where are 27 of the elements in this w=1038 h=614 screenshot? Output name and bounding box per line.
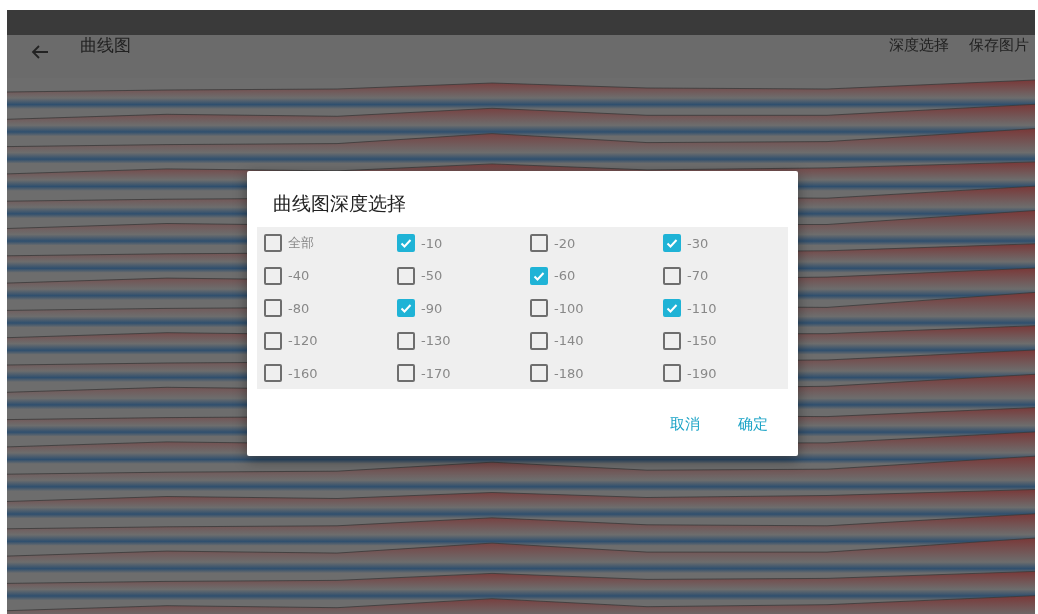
back-arrow-icon[interactable] xyxy=(31,44,49,60)
depth-checkbox[interactable]: -80 xyxy=(264,299,310,318)
depth-checkbox[interactable]: -120 xyxy=(264,331,318,350)
depth-checkbox[interactable]: -160 xyxy=(264,364,318,383)
depth-checkbox[interactable]: -40 xyxy=(264,266,310,285)
depth-checkbox[interactable]: -130 xyxy=(397,331,451,350)
depth-checkbox[interactable]: -100 xyxy=(530,299,584,318)
depth-checkbox[interactable]: -140 xyxy=(530,331,584,350)
depth-checkbox[interactable]: -170 xyxy=(397,364,451,383)
depth-checkbox[interactable]: -30 xyxy=(663,234,709,253)
depth-checkbox[interactable]: -70 xyxy=(663,266,709,285)
dialog-button[interactable]: 取消 xyxy=(668,413,702,436)
depth-checkbox[interactable]: -180 xyxy=(530,364,584,383)
depth-checkbox[interactable]: -190 xyxy=(663,364,717,383)
depth-checkbox[interactable]: -110 xyxy=(663,299,717,318)
dialog-title: 曲线图深度选择 xyxy=(273,191,407,216)
depth-checkbox[interactable]: -20 xyxy=(530,234,576,253)
toolbar-action[interactable]: 保存图片 xyxy=(969,35,1029,55)
toolbar-action[interactable]: 深度选择 xyxy=(889,35,949,55)
screen-title: 曲线图 xyxy=(80,35,131,55)
depth-checkbox[interactable]: -60 xyxy=(530,266,576,285)
depth-checkbox[interactable]: 全部 xyxy=(264,234,314,253)
depth-checkbox[interactable]: -90 xyxy=(397,299,443,318)
depth-checkbox[interactable]: -50 xyxy=(397,266,443,285)
depth-checkbox[interactable]: -150 xyxy=(663,331,717,350)
dialog-button[interactable]: 确定 xyxy=(736,413,770,436)
depth-checkbox[interactable]: -10 xyxy=(397,234,443,253)
